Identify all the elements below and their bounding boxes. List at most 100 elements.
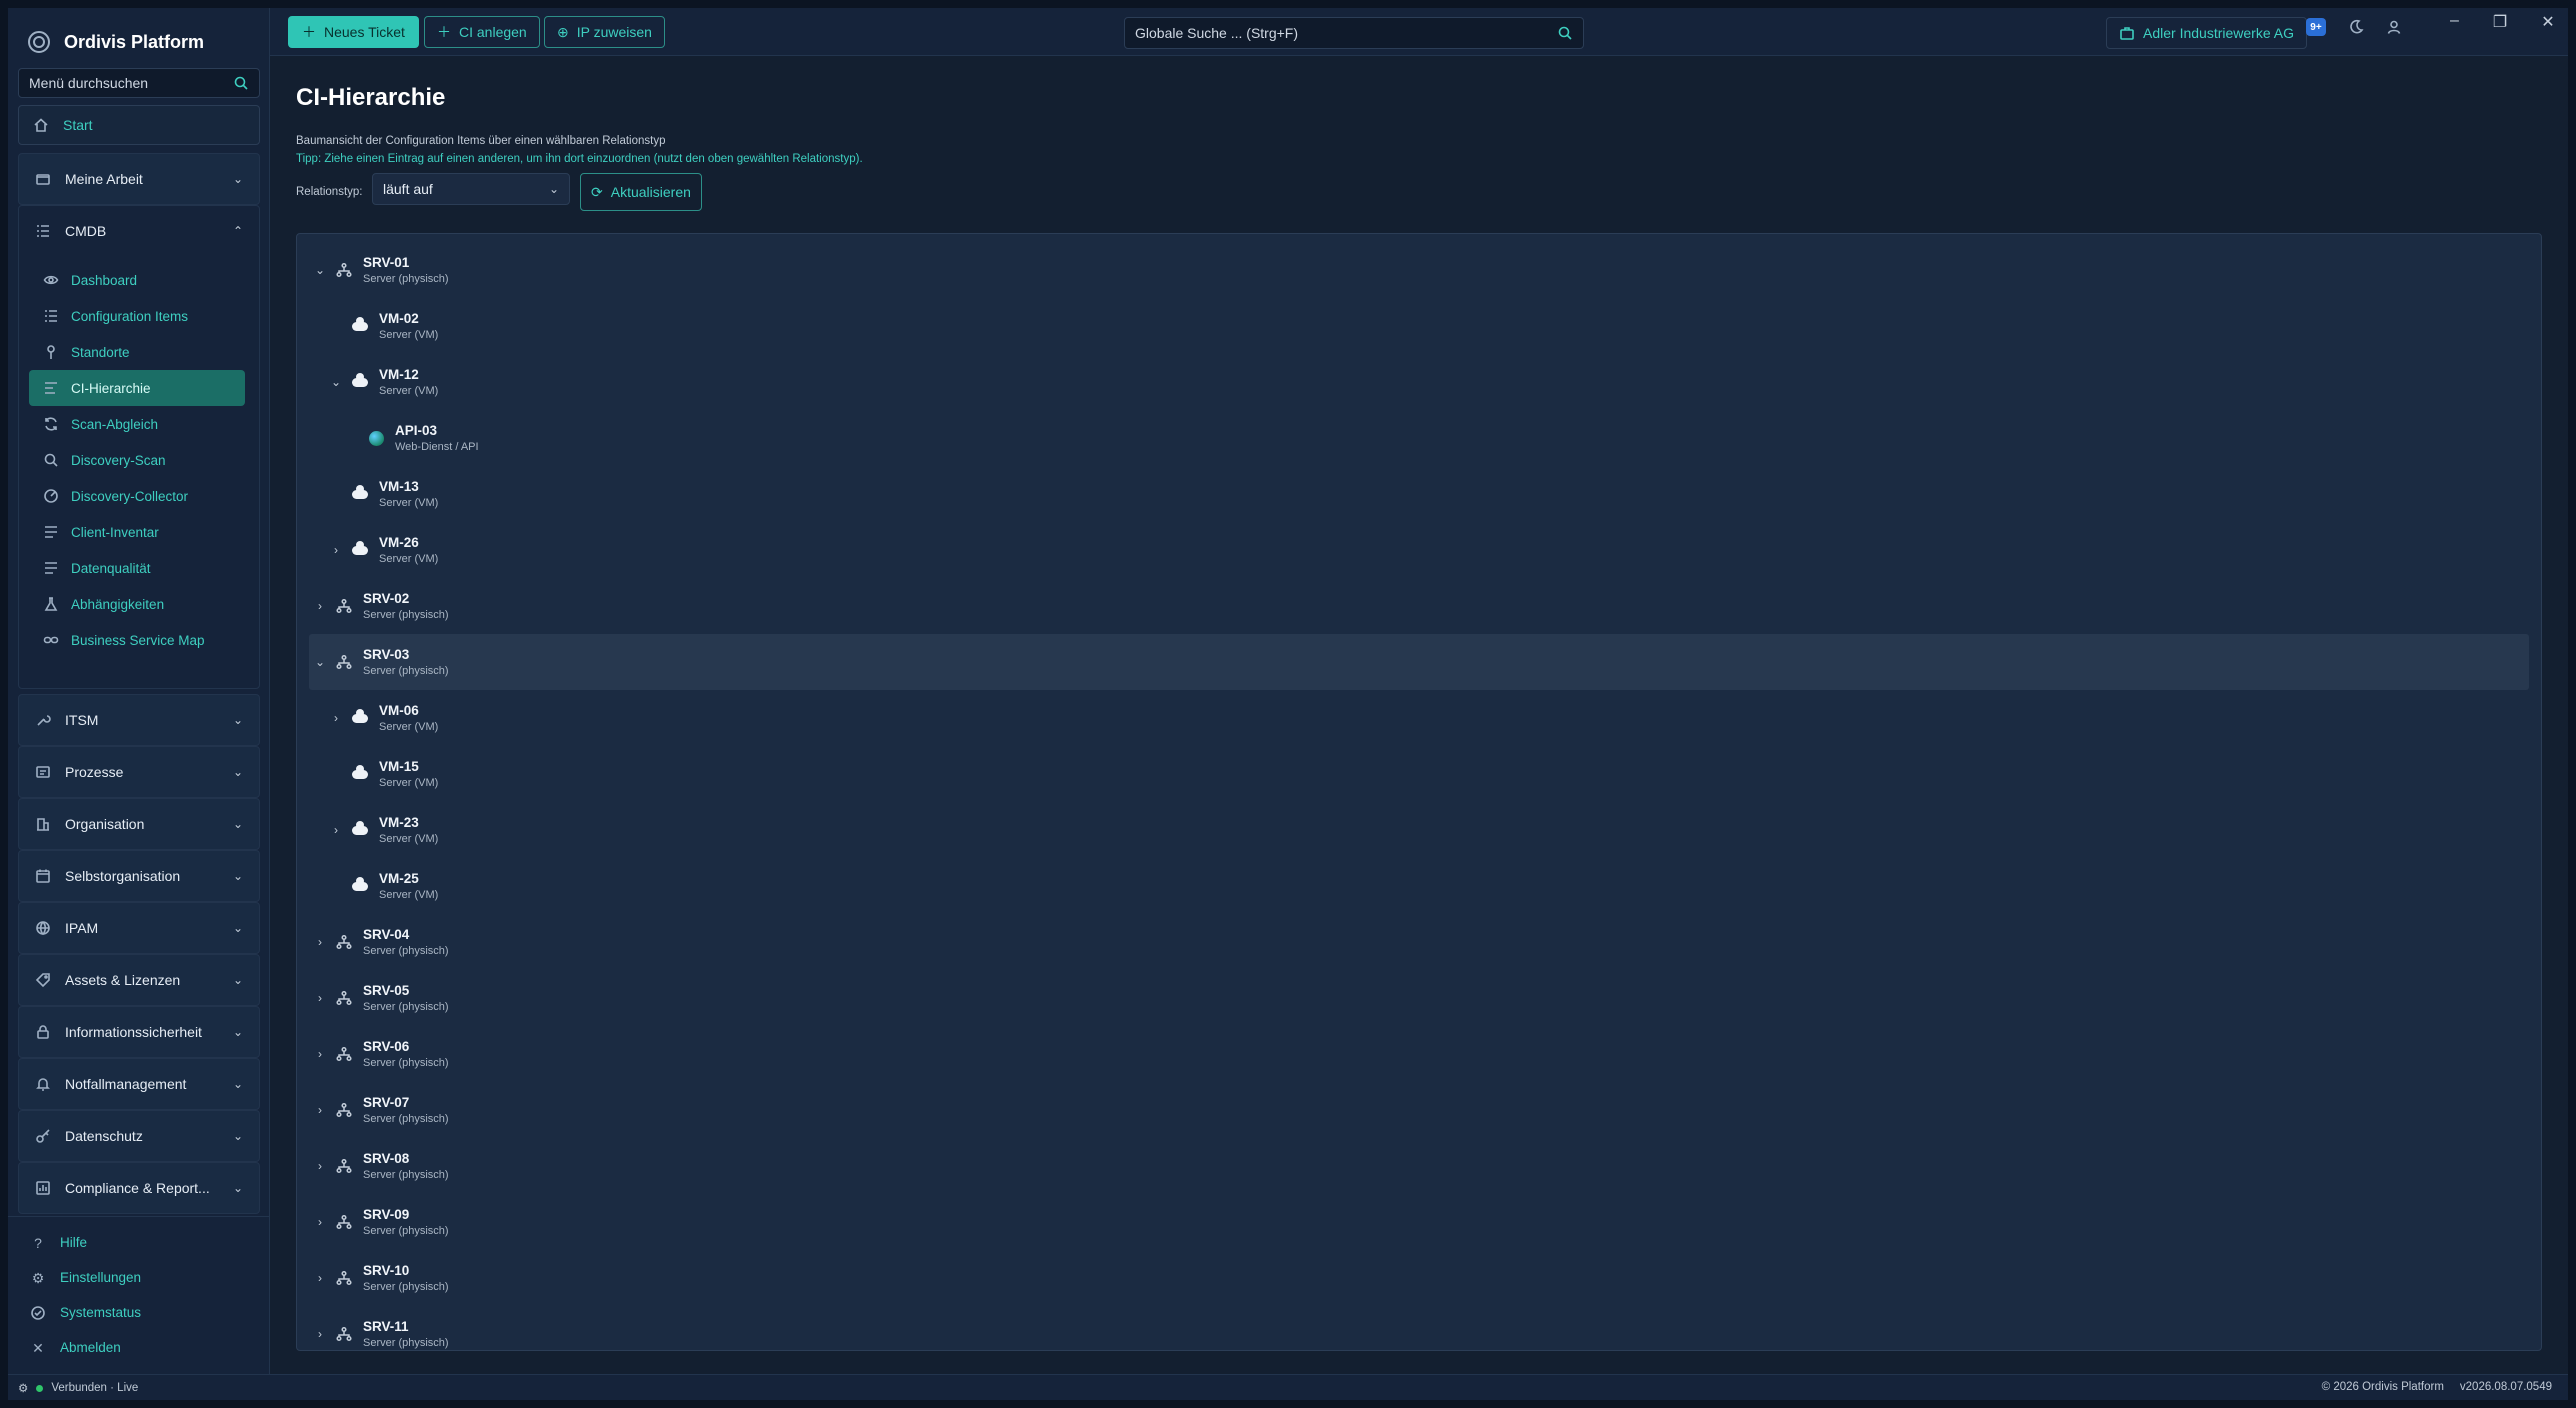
cloud-icon (347, 540, 373, 555)
chevron-right-icon[interactable]: › (325, 543, 347, 557)
menu-search-input[interactable] (29, 75, 233, 91)
sidebar-item-discovery-collector[interactable]: Discovery-Collector (29, 478, 245, 514)
sidebar-item-label: Abhängigkeiten (71, 596, 165, 612)
list-icon (35, 223, 51, 239)
restore-icon[interactable]: ❐ (2493, 12, 2507, 32)
sidebar-item-hilfe[interactable]: ? Hilfe (8, 1225, 270, 1260)
close-icon[interactable]: ✕ (2541, 12, 2554, 32)
search-icon[interactable] (233, 75, 249, 91)
create-ci-button[interactable]: ＋ CI anlegen (424, 16, 540, 48)
chevron-down-icon[interactable]: ⌄ (309, 263, 331, 277)
sidebar-group-notfallmanagement[interactable]: Notfallmanagement ⌄ (18, 1058, 260, 1110)
chevron-down-icon[interactable]: ⌄ (325, 375, 347, 389)
sidebar-group-selbstorganisation[interactable]: Selbstorganisation ⌄ (18, 850, 260, 902)
sidebar-item-discovery-scan[interactable]: Discovery-Scan (29, 442, 245, 478)
tenant-selector[interactable]: Adler Industriewerke AG (2106, 17, 2307, 49)
notification-badge[interactable]: 9+ (2306, 18, 2326, 36)
tree-node[interactable]: › VM-26 Server (VM) (309, 522, 2529, 578)
building-icon (35, 816, 51, 832)
tree-node[interactable]: › VM-06 Server (VM) (309, 690, 2529, 746)
tree-node[interactable]: VM-25 Server (VM) (309, 858, 2529, 914)
sidebar-group-assets-lizenzen[interactable]: Assets & Lizenzen ⌄ (18, 954, 260, 1006)
chevron-right-icon[interactable]: › (309, 1047, 331, 1061)
sidebar-group-compliance[interactable]: Compliance & Report... ⌄ (18, 1162, 260, 1214)
new-ticket-button[interactable]: ＋ Neues Ticket (288, 16, 419, 48)
sidebar-item-einstellungen[interactable]: ⚙ Einstellungen (8, 1260, 270, 1295)
tree-node[interactable]: › SRV-04 Server (physisch) (309, 914, 2529, 970)
check-circle-icon (30, 1305, 46, 1321)
chevron-right-icon[interactable]: › (309, 1103, 331, 1117)
assign-ip-button[interactable]: ⊕ IP zuweisen (544, 16, 665, 48)
chevron-right-icon[interactable]: › (309, 1215, 331, 1229)
sidebar-item-datenqualitaet[interactable]: Datenqualität (29, 550, 245, 586)
sidebar-group-informationssicherheit[interactable]: Informationssicherheit ⌄ (18, 1006, 260, 1058)
tree-node[interactable]: VM-13 Server (VM) (309, 466, 2529, 522)
search-icon[interactable] (1557, 25, 1573, 41)
tree-node[interactable]: › SRV-11 Server (physisch) (309, 1306, 2529, 1350)
sidebar-group-prozesse[interactable]: Prozesse ⌄ (18, 746, 260, 798)
sidebar-group-itsm[interactable]: ITSM ⌄ (18, 694, 260, 746)
tree-node[interactable]: › SRV-09 Server (physisch) (309, 1194, 2529, 1250)
sidebar-item-label: Configuration Items (71, 308, 189, 324)
tree-node[interactable]: › SRV-05 Server (physisch) (309, 970, 2529, 1026)
tree-node[interactable]: › SRV-10 Server (physisch) (309, 1250, 2529, 1306)
sidebar-item-start[interactable]: Start (18, 105, 260, 145)
chevron-right-icon[interactable]: › (309, 1159, 331, 1173)
sidebar-item-label: Systemstatus (60, 1305, 142, 1320)
chevron-right-icon[interactable]: › (309, 991, 331, 1005)
chevron-right-icon[interactable]: › (309, 1327, 331, 1341)
sidebar-item-abmelden[interactable]: ✕ Abmelden (8, 1330, 270, 1365)
group-label: Organisation (65, 816, 145, 832)
tree-node[interactable]: ⌄ SRV-03 Server (physisch) (309, 634, 2529, 690)
user-icon[interactable] (2386, 19, 2402, 35)
tree-node[interactable]: VM-15 Server (VM) (309, 746, 2529, 802)
server-icon (331, 262, 357, 278)
chevron-right-icon[interactable]: › (325, 823, 347, 837)
tree-node[interactable]: ⌄ SRV-01 Server (physisch) (309, 242, 2529, 298)
app-name: Ordivis Platform (64, 31, 205, 52)
refresh-button[interactable]: ⟳ Aktualisieren (580, 173, 702, 211)
chevron-right-icon[interactable]: › (309, 1271, 331, 1285)
cmdb-group-header[interactable]: CMDB ⌃ (19, 206, 259, 256)
sidebar-item-dashboard[interactable]: Dashboard (29, 262, 245, 298)
list-icon (43, 524, 59, 540)
server-icon (331, 934, 357, 950)
sidebar-group-meine-arbeit[interactable]: Meine Arbeit ⌄ (18, 153, 260, 205)
bug-icon[interactable]: ⚙ (18, 1381, 28, 1395)
chevron-right-icon[interactable]: › (325, 711, 347, 725)
sidebar-group-datenschutz[interactable]: Datenschutz ⌄ (18, 1110, 260, 1162)
sidebar-item-client-inventar[interactable]: Client-Inventar (29, 514, 245, 550)
chevron-right-icon[interactable]: › (309, 599, 331, 613)
tree-node[interactable]: › SRV-06 Server (physisch) (309, 1026, 2529, 1082)
chevron-down-icon: ⌄ (232, 765, 243, 779)
tree-node-name: VM-13 (379, 479, 419, 494)
tree-node[interactable]: › SRV-08 Server (physisch) (309, 1138, 2529, 1194)
tree-node-type: Web-Dienst / API (395, 441, 479, 453)
tree-node[interactable]: ⌄ VM-12 Server (VM) (309, 354, 2529, 410)
chevron-down-icon[interactable]: ⌄ (309, 655, 331, 669)
sidebar-item-scan-abgleich[interactable]: Scan-Abgleich (29, 406, 245, 442)
tree-node-name: VM-15 (379, 759, 419, 774)
minimize-icon[interactable]: – (2450, 12, 2459, 32)
sidebar-group-ipam[interactable]: IPAM ⌄ (18, 902, 260, 954)
key-icon (35, 1128, 51, 1144)
tree-node[interactable]: › SRV-02 Server (physisch) (309, 578, 2529, 634)
brand[interactable]: Ordivis Platform (28, 22, 204, 62)
tree-node[interactable]: › SRV-07 Server (physisch) (309, 1082, 2529, 1138)
moon-icon[interactable] (2348, 19, 2364, 35)
sidebar-group-organisation[interactable]: Organisation ⌄ (18, 798, 260, 850)
sidebar-item-configuration-items[interactable]: Configuration Items (29, 298, 245, 334)
relation-type-select[interactable]: läuft auf ⌄ (372, 173, 570, 205)
sidebar-item-business-service-map[interactable]: Business Service Map (29, 622, 245, 658)
tree-node-type: Server (physisch) (363, 273, 449, 285)
sidebar-item-standorte[interactable]: Standorte (29, 334, 245, 370)
sidebar-item-ci-hierarchie[interactable]: CI-Hierarchie (29, 370, 245, 406)
global-search-input[interactable] (1135, 25, 1557, 41)
tree-node[interactable]: API-03 Web-Dienst / API (309, 410, 2529, 466)
chevron-right-icon[interactable]: › (309, 935, 331, 949)
tree-node-type: Server (physisch) (363, 665, 449, 677)
sidebar-item-systemstatus[interactable]: Systemstatus (8, 1295, 270, 1330)
tree-node[interactable]: VM-02 Server (VM) (309, 298, 2529, 354)
tree-node[interactable]: › VM-23 Server (VM) (309, 802, 2529, 858)
sidebar-item-abhaengigkeiten[interactable]: Abhängigkeiten (29, 586, 245, 622)
